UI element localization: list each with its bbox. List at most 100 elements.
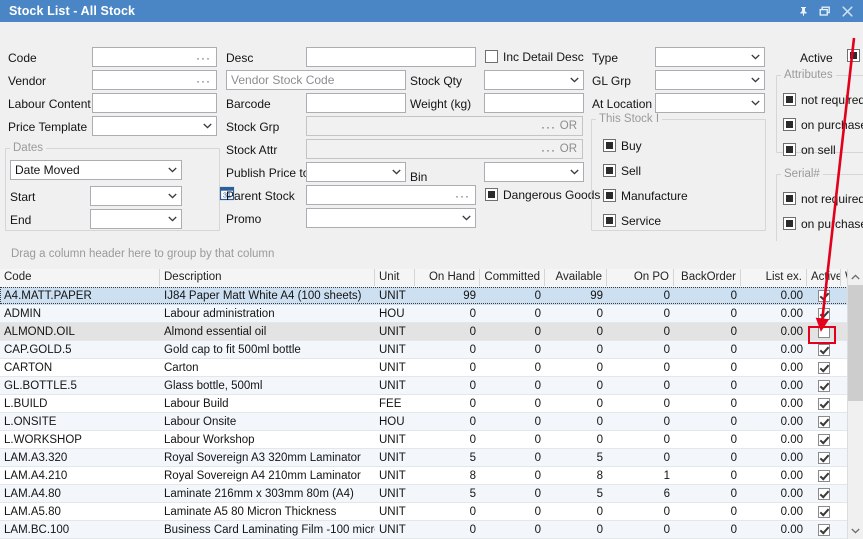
serial-on-purchase-checkbox[interactable] <box>783 217 796 230</box>
stock-attr-browse-icon[interactable]: ··· <box>541 144 556 156</box>
row-active-checkbox[interactable] <box>818 380 830 392</box>
table-row[interactable]: GL.BOTTLE.5 Glass bottle, 500ml UNIT 0 0 0 0 0 0… <box>0 377 848 395</box>
table-row[interactable]: L.WORKSHOP Labour Workshop UNIT 0 0 0 0 0 0.00 <box>0 431 848 449</box>
row-active-checkbox[interactable] <box>818 470 830 482</box>
price-template-select[interactable] <box>92 116 217 136</box>
cell-active[interactable] <box>807 503 841 521</box>
table-row[interactable]: L.ONSITE Labour Onsite HOU 0 0 0 0 0 0.00 <box>0 413 848 431</box>
start-date-select[interactable] <box>90 186 182 206</box>
desc-input[interactable] <box>306 47 476 67</box>
scrollbar-thumb[interactable] <box>848 285 863 401</box>
cell-active[interactable] <box>807 395 841 413</box>
grid-header-list_ex[interactable]: List ex. <box>741 269 807 286</box>
attributes-not-required-checkbox[interactable] <box>783 93 796 106</box>
dangerous-goods-checkbox[interactable] <box>485 188 498 201</box>
table-row[interactable]: CAP.GOLD.5 Gold cap to fit 500ml bottle UN… <box>0 341 848 359</box>
stock-qty-select[interactable] <box>484 70 584 90</box>
attributes-on-purchase-checkbox[interactable] <box>783 118 796 131</box>
stock-grp-browse-icon[interactable]: ··· <box>541 121 556 133</box>
code-browse-icon[interactable]: ··· <box>196 52 211 64</box>
at-location-select[interactable] <box>655 93 765 113</box>
row-active-checkbox[interactable] <box>818 506 830 518</box>
row-active-checkbox[interactable] <box>818 290 830 302</box>
cell-active[interactable] <box>807 449 841 467</box>
row-active-checkbox[interactable] <box>818 434 830 446</box>
table-row[interactable]: CARTON Carton UNIT 0 0 0 0 0 0.00 <box>0 359 848 377</box>
gl-grp-select[interactable] <box>655 70 765 90</box>
row-active-checkbox[interactable] <box>818 488 830 500</box>
serial-not-required-checkbox[interactable] <box>783 192 796 205</box>
labour-content-input[interactable] <box>92 93 217 113</box>
table-row[interactable]: ADMIN Labour administration HOU 0 0 0 0 0 0.00 <box>0 305 848 323</box>
table-row[interactable]: LAM.A4.210 Royal Sovereign A4 210mm Lamin… <box>0 467 848 485</box>
cell-active[interactable] <box>807 305 841 323</box>
weight-input[interactable] <box>484 93 584 113</box>
row-active-checkbox[interactable] <box>818 344 830 356</box>
row-active-checkbox[interactable] <box>818 452 830 464</box>
table-row[interactable]: LAM.A4.80 Laminate 216mm x 303mm 80m (A4)… <box>0 485 848 503</box>
table-row[interactable]: LAM.BC.100 Business Card Laminating Film … <box>0 521 848 539</box>
chevron-down-icon[interactable] <box>168 216 177 222</box>
inc-detail-desc-checkbox[interactable] <box>485 50 498 63</box>
scroll-down-icon[interactable] <box>848 523 863 539</box>
row-active-checkbox[interactable] <box>818 362 830 374</box>
close-icon[interactable] <box>837 2 857 20</box>
restore-icon[interactable] <box>815 2 835 20</box>
grid-header-code[interactable]: Code <box>0 269 160 286</box>
type-select[interactable] <box>655 47 765 67</box>
chevron-down-icon[interactable] <box>751 100 760 106</box>
buy-checkbox[interactable] <box>603 139 616 152</box>
table-row[interactable]: A4.MATT.PAPER IJ84 Paper Matt White A4 (1… <box>0 287 848 305</box>
vendor-browse-icon[interactable]: ··· <box>196 75 211 87</box>
chevron-down-icon[interactable] <box>168 193 177 199</box>
grid-header-on_po[interactable]: On PO <box>607 269 674 286</box>
grid-header-active[interactable]: Active <box>807 269 841 286</box>
parent-stock-input[interactable]: ··· <box>306 185 476 205</box>
table-row[interactable]: ALMOND.OIL Almond essential oil UNIT 0 0 0 0 0 0… <box>0 323 848 341</box>
cell-active[interactable] <box>807 521 841 539</box>
chevron-down-icon[interactable] <box>462 215 471 221</box>
row-active-checkbox[interactable] <box>818 398 830 410</box>
chevron-down-icon[interactable] <box>751 54 760 60</box>
cell-active[interactable] <box>807 467 841 485</box>
grid-header-on_hand[interactable]: On Hand <box>415 269 480 286</box>
chevron-down-icon[interactable] <box>392 169 401 175</box>
publish-price-to-select[interactable] <box>306 162 406 182</box>
active-filter-checkbox[interactable] <box>847 49 860 62</box>
service-checkbox[interactable] <box>603 214 616 227</box>
stock-attr-input[interactable]: ··· OR <box>306 139 583 159</box>
pin-icon[interactable] <box>793 2 813 20</box>
vendor-stock-code-input[interactable]: Vendor Stock Code <box>226 70 406 90</box>
group-by-panel[interactable]: Drag a column header here to group by th… <box>0 241 863 270</box>
code-input[interactable]: ··· <box>92 47 217 67</box>
cell-active[interactable] <box>807 431 841 449</box>
grid-vertical-scrollbar[interactable] <box>847 269 863 539</box>
attributes-on-sell-checkbox[interactable] <box>783 143 796 156</box>
vendor-input[interactable]: ··· <box>92 70 217 90</box>
grid-header-description[interactable]: Description <box>160 269 375 286</box>
grid-header-unit[interactable]: Unit <box>375 269 415 286</box>
sell-checkbox[interactable] <box>603 164 616 177</box>
cell-active[interactable] <box>807 359 841 377</box>
end-date-select[interactable] <box>90 209 182 229</box>
row-active-checkbox[interactable] <box>818 308 830 320</box>
chevron-down-icon[interactable] <box>751 77 760 83</box>
barcode-input[interactable] <box>306 93 406 113</box>
cell-active[interactable] <box>807 377 841 395</box>
chevron-down-icon[interactable] <box>203 123 212 129</box>
parent-stock-browse-icon[interactable]: ··· <box>455 190 470 202</box>
grid-header-backorder[interactable]: BackOrder <box>674 269 741 286</box>
chevron-down-icon[interactable] <box>168 167 177 173</box>
table-row[interactable]: LAM.A5.80 Laminate A5 80 Micron Thickness… <box>0 503 848 521</box>
cell-active[interactable] <box>807 287 841 305</box>
grid-header-committed[interactable]: Committed <box>480 269 545 286</box>
scroll-up-icon[interactable] <box>848 269 863 285</box>
cell-active[interactable] <box>807 413 841 431</box>
promo-select[interactable] <box>306 208 476 228</box>
table-row[interactable]: L.BUILD Labour Build FEE 0 0 0 0 0 0.00 <box>0 395 848 413</box>
table-row[interactable]: LAM.A3.320 Royal Sovereign A3 320mm Lamin… <box>0 449 848 467</box>
date-type-select[interactable]: Date Moved <box>10 160 182 180</box>
chevron-down-icon[interactable] <box>570 77 579 83</box>
stock-grp-input[interactable]: ··· OR <box>306 116 583 136</box>
bin-select[interactable] <box>484 162 584 182</box>
